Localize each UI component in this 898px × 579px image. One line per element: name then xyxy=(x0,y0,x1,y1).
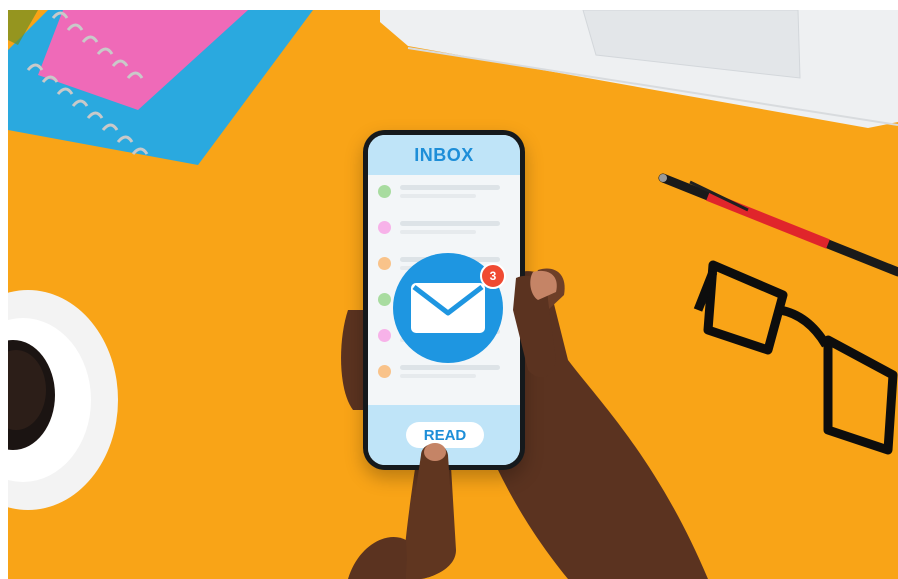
list-item[interactable] xyxy=(376,215,512,241)
list-dot xyxy=(378,293,391,306)
smartphone: INBOX 3 READ xyxy=(363,130,525,470)
photo-scene: INBOX 3 READ xyxy=(8,10,898,579)
envelope-icon xyxy=(411,283,485,333)
list-item[interactable] xyxy=(376,179,512,205)
list-dot xyxy=(378,365,391,378)
list-dot xyxy=(378,185,391,198)
notification-count-badge: 3 xyxy=(480,263,506,289)
screen-footer: READ xyxy=(368,405,520,465)
read-button[interactable]: READ xyxy=(406,422,484,448)
list-dot xyxy=(378,221,391,234)
list-dot xyxy=(378,329,391,342)
phone-screen: INBOX 3 READ xyxy=(368,135,520,465)
list-dot xyxy=(378,257,391,270)
inbox-title: INBOX xyxy=(414,144,474,165)
inbox-header: INBOX xyxy=(368,135,520,175)
